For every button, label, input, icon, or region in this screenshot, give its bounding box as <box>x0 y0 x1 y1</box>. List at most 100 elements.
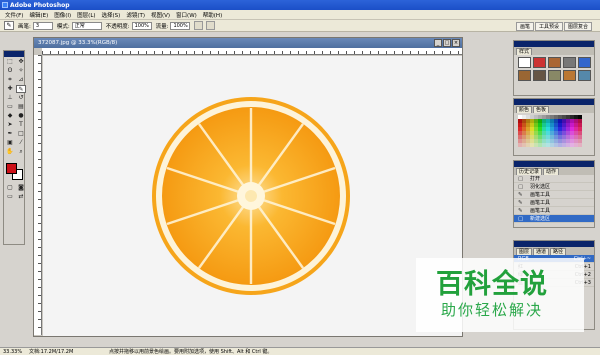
menu-image[interactable]: 图像(I) <box>51 11 74 19</box>
image-canvas[interactable] <box>43 56 462 336</box>
open-icon: ▢ <box>518 175 524 182</box>
history-item-active[interactable]: ▢ 新建选区 <box>514 215 594 223</box>
zoom-level[interactable]: 33.33% <box>3 349 29 355</box>
brush-tool-icon[interactable]: ✎ <box>16 85 26 93</box>
standard-mode-icon[interactable]: ▢ <box>5 184 15 192</box>
vertical-ruler <box>34 55 42 335</box>
brush-icon: ✎ <box>518 207 523 214</box>
well-tab-layer-comps[interactable]: 图层复合 <box>563 21 592 31</box>
gradient-tool-icon[interactable]: ▤ <box>16 103 26 111</box>
opacity-label: 不透明度: <box>105 23 130 30</box>
style-swatch[interactable] <box>578 57 591 68</box>
style-swatch[interactable] <box>533 70 546 81</box>
menu-help[interactable]: 帮助(H) <box>200 11 225 19</box>
menu-filter[interactable]: 滤镜(T) <box>123 11 148 19</box>
palette-well: 画笔 工具预设 图层复合 <box>515 21 592 31</box>
flow-label: 流量: <box>155 23 169 30</box>
tab-color[interactable]: 颜色 <box>516 106 533 113</box>
menu-edit[interactable]: 编辑(E) <box>26 11 51 19</box>
style-swatch[interactable] <box>518 57 531 68</box>
blur-tool-icon[interactable]: ◆ <box>5 112 15 120</box>
menu-window[interactable]: 窗口(W) <box>173 11 200 19</box>
shape-tool-icon[interactable]: □ <box>16 130 26 138</box>
history-item-label: 新建选区 <box>530 216 551 222</box>
menu-layer[interactable]: 图层(L) <box>74 11 98 19</box>
dodge-tool-icon[interactable]: ● <box>16 112 26 120</box>
history-brush-tool-icon[interactable]: ↺ <box>16 94 26 102</box>
slice-tool-icon[interactable]: ⊿ <box>16 76 26 84</box>
move-tool-icon[interactable]: ✥ <box>16 58 26 66</box>
selection-icon: ▢ <box>518 215 524 222</box>
window-title: Adobe Photoshop <box>10 1 70 9</box>
type-tool-icon[interactable]: T <box>16 121 26 129</box>
marquee-tool-icon[interactable]: ⬚ <box>5 58 15 66</box>
menu-select[interactable]: 选择(S) <box>99 11 124 19</box>
history-item[interactable]: ▢ 打开 <box>514 175 594 183</box>
crop-tool-icon[interactable]: ⌗ <box>5 76 15 84</box>
foreground-color-swatch[interactable] <box>6 163 17 174</box>
healing-brush-tool-icon[interactable]: ✚ <box>5 85 15 93</box>
swatch-cell[interactable] <box>578 143 582 147</box>
swatches-panel: 颜色 色板 <box>513 98 595 156</box>
style-swatch[interactable] <box>518 70 531 81</box>
flow-field[interactable]: 100% <box>170 21 191 30</box>
tab-history[interactable]: 历史记录 <box>516 168 543 175</box>
eraser-tool-icon[interactable]: ▭ <box>5 103 15 111</box>
jump-to-imageready-icon[interactable]: ⇄ <box>16 193 26 201</box>
well-tab-tool-presets[interactable]: 工具预设 <box>534 21 563 31</box>
style-swatch[interactable] <box>578 70 591 81</box>
tab-channels[interactable]: 通道 <box>533 248 550 255</box>
tab-styles[interactable]: 样式 <box>516 48 533 55</box>
menu-file[interactable]: 文件(F) <box>2 11 26 19</box>
swatch-grid[interactable] <box>514 113 594 149</box>
hand-tool-icon[interactable]: ✋ <box>5 148 15 156</box>
opacity-field[interactable]: 100% <box>131 21 152 30</box>
brush-preset-icon[interactable]: ✎ <box>4 21 14 30</box>
eyedropper-tool-icon[interactable]: ⁄ <box>16 139 26 147</box>
notes-tool-icon[interactable]: ▣ <box>5 139 15 147</box>
tab-layers[interactable]: 图层 <box>516 248 533 255</box>
zoom-tool-icon[interactable]: ⌕ <box>16 148 26 156</box>
clone-stamp-tool-icon[interactable]: ⊥ <box>5 94 15 102</box>
history-item[interactable]: ✎ 画笔工具 <box>514 191 594 199</box>
tab-paths[interactable]: 路径 <box>550 248 567 255</box>
style-swatch[interactable] <box>563 70 576 81</box>
brush-size-picker[interactable]: 3 <box>32 21 53 30</box>
history-item[interactable]: ✎ 画笔工具 <box>514 199 594 207</box>
brush-icon: ✎ <box>518 191 523 198</box>
palette-toggle-icon[interactable] <box>206 21 216 30</box>
maximize-icon[interactable]: □ <box>443 39 451 47</box>
menu-view[interactable]: 视图(V) <box>148 11 173 19</box>
path-selection-tool-icon[interactable]: ➤ <box>5 121 15 129</box>
lasso-tool-icon[interactable]: ʘ <box>5 67 15 75</box>
minimize-icon[interactable]: _ <box>434 39 442 47</box>
quick-mask-mode-icon[interactable]: ◙ <box>16 184 26 192</box>
style-swatch[interactable] <box>533 57 546 68</box>
tab-actions[interactable]: 动作 <box>543 168 560 175</box>
well-tab-brushes[interactable]: 画笔 <box>515 21 534 31</box>
history-item-label: 画笔工具 <box>530 208 551 214</box>
feather-icon: ▢ <box>518 183 524 190</box>
brush-icon: ✎ <box>518 199 523 206</box>
pen-tool-icon[interactable]: ✒ <box>5 130 15 138</box>
style-swatch[interactable] <box>563 57 576 68</box>
brush-label: 画笔: <box>18 23 31 30</box>
horizontal-ruler <box>42 48 462 55</box>
style-swatch[interactable] <box>548 70 561 81</box>
style-swatch[interactable] <box>548 57 561 68</box>
close-icon[interactable]: × <box>452 39 460 47</box>
document-title-bar[interactable]: 372087.jpg @ 33.3%(RGB/8) <box>34 38 462 48</box>
document-title: 372087.jpg @ 33.3%(RGB/8) <box>38 40 118 46</box>
title-bar: Adobe Photoshop <box>0 0 600 10</box>
history-item[interactable]: ✎ 画笔工具 <box>514 207 594 215</box>
history-item-label: 画笔工具 <box>530 200 551 206</box>
history-item[interactable]: ▢ 羽化选区 <box>514 183 594 191</box>
screen-mode-icon[interactable]: ▭ <box>5 193 15 201</box>
tab-swatches[interactable]: 色板 <box>533 106 550 113</box>
magic-wand-tool-icon[interactable]: ✧ <box>16 67 26 75</box>
history-item-label: 羽化选区 <box>530 184 551 190</box>
status-hint: 点按并拖移以用前景色绘画。要用附加选项，使用 Shift、Alt 和 Ctrl … <box>109 349 273 355</box>
mode-select[interactable]: 正常 <box>71 21 102 30</box>
airbrush-icon[interactable] <box>194 21 204 30</box>
history-item-label: 画笔工具 <box>530 192 551 198</box>
